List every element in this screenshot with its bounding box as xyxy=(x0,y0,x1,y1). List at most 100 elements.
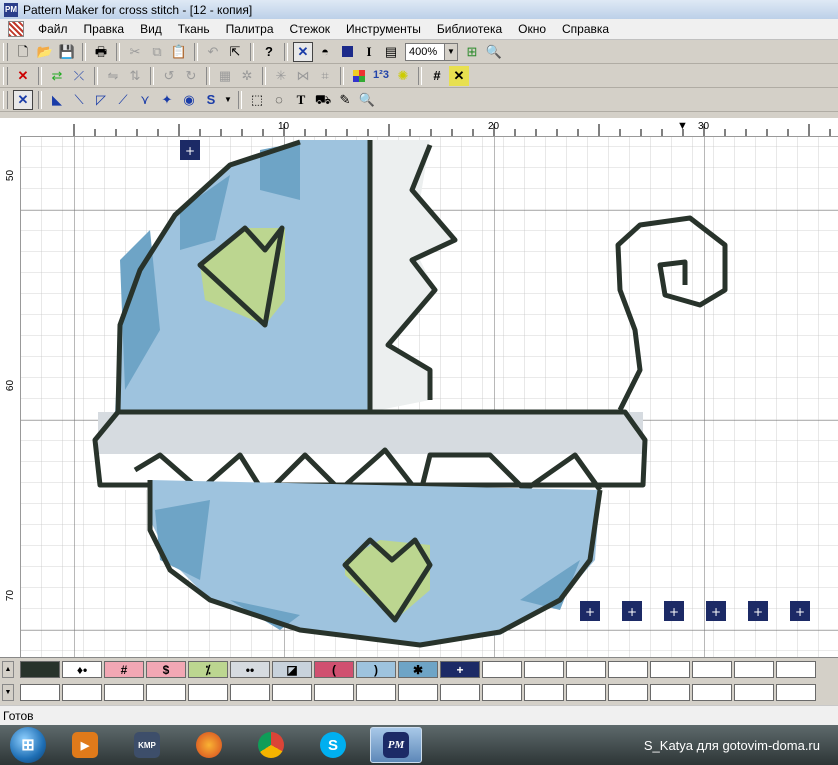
lasso-icon[interactable]: ◌ xyxy=(269,90,289,110)
menu-view[interactable]: Вид xyxy=(132,22,170,36)
menu-file[interactable]: Файл xyxy=(30,22,76,36)
eyedropper-icon[interactable]: ✎ xyxy=(335,90,355,110)
copy-icon[interactable]: ⧉ xyxy=(147,42,167,62)
palette-empty-slot[interactable] xyxy=(524,684,564,701)
fit-page-icon[interactable]: ⊞ xyxy=(462,42,482,62)
palette-empty-slot[interactable] xyxy=(272,684,312,701)
bead-icon[interactable]: ◉ xyxy=(179,90,199,110)
palette-empty-slot[interactable] xyxy=(20,684,60,701)
taskbar-kmplayer[interactable]: KMP xyxy=(122,728,172,762)
paste-icon[interactable]: 📋 xyxy=(169,42,189,62)
palette-swatch[interactable]: + xyxy=(440,661,480,678)
straight-stitch-icon[interactable]: ⋎ xyxy=(135,90,155,110)
menu-edit[interactable]: Правка xyxy=(76,22,133,36)
palette-empty-slot[interactable] xyxy=(524,661,564,678)
special-stitch-icon[interactable]: S xyxy=(201,90,221,110)
taskbar-media-player[interactable]: ▶ xyxy=(60,728,110,762)
palette-empty-slot[interactable] xyxy=(734,661,774,678)
save-icon[interactable]: 💾 xyxy=(57,42,77,62)
split-icon[interactable]: ⋈ xyxy=(293,66,313,86)
document-icon[interactable] xyxy=(8,21,24,37)
print-icon[interactable]: 🖶 xyxy=(91,42,111,62)
palette-swatch[interactable]: •• xyxy=(230,661,270,678)
grid-icon[interactable]: # xyxy=(427,66,447,86)
chevron-down-icon[interactable]: ▼ xyxy=(444,43,457,60)
palette-swatch[interactable]: ) xyxy=(356,661,396,678)
chevron-down-icon[interactable]: ▼ xyxy=(223,90,233,110)
color-block-view-icon[interactable] xyxy=(337,42,357,62)
symmetry-icon[interactable]: ✳ xyxy=(271,66,291,86)
toolbar-grip[interactable] xyxy=(3,66,8,85)
toolbar-grip[interactable] xyxy=(3,42,8,61)
menu-help[interactable]: Справка xyxy=(554,22,617,36)
fill-icon[interactable]: ⛟ xyxy=(313,90,333,110)
backstitch-icon[interactable]: ⟋ xyxy=(113,90,133,110)
french-knot-icon[interactable]: ✦ xyxy=(157,90,177,110)
palette-empty-slot[interactable] xyxy=(692,684,732,701)
rotate-left-icon[interactable]: ↺ xyxy=(159,66,179,86)
insert-icon[interactable]: ⇱ xyxy=(225,42,245,62)
taskbar-chrome[interactable] xyxy=(246,728,296,762)
palette-empty-slot[interactable] xyxy=(230,684,270,701)
new-file-icon[interactable]: 🗋 xyxy=(13,42,33,62)
palette-empty-slot[interactable] xyxy=(734,684,774,701)
palette-empty-slot[interactable] xyxy=(146,684,186,701)
palette-swatch[interactable]: # xyxy=(104,661,144,678)
numbering-icon[interactable]: 1²3 xyxy=(371,66,391,86)
palette-empty-slot[interactable] xyxy=(776,661,816,678)
three-quarter-stitch-icon[interactable]: ◸ xyxy=(91,90,111,110)
magnifier-icon[interactable]: 🔍 xyxy=(357,90,377,110)
palette-swatch[interactable]: ✱ xyxy=(398,661,438,678)
full-cross-icon[interactable]: ✕ xyxy=(13,89,33,110)
palette-scroll-down-icon[interactable]: ▼ xyxy=(2,684,14,701)
palette-empty-slot[interactable] xyxy=(398,684,438,701)
pattern-canvas[interactable]: + + + + + + + 10 20 30 ▼ 50 60 70 xyxy=(0,118,838,657)
open-folder-icon[interactable]: 📂 xyxy=(35,42,55,62)
list-view-icon[interactable]: ▤ xyxy=(381,42,401,62)
color-symbol-view-icon[interactable]: ◓ xyxy=(315,42,335,62)
palette-empty-slot[interactable] xyxy=(188,684,228,701)
palette-swatch[interactable]: ◪ xyxy=(272,661,312,678)
rotate-right-icon[interactable]: ↻ xyxy=(181,66,201,86)
palette-swatch[interactable]: ⁒ xyxy=(188,661,228,678)
palette-empty-slot[interactable] xyxy=(650,684,690,701)
help-icon[interactable]: ? xyxy=(259,42,279,62)
quarter-stitch-icon[interactable]: ⟍ xyxy=(69,90,89,110)
palette-swatch[interactable]: ( xyxy=(314,661,354,678)
zoom-select[interactable]: 400% ▼ xyxy=(405,42,458,61)
palette-empty-slot[interactable] xyxy=(692,661,732,678)
toolbar-grip[interactable] xyxy=(3,90,8,109)
menu-fabric[interactable]: Ткань xyxy=(170,22,218,36)
palette-empty-slot[interactable] xyxy=(650,661,690,678)
palette-swatch[interactable] xyxy=(20,661,60,678)
palette-empty-slot[interactable] xyxy=(608,661,648,678)
taskbar-firefox[interactable] xyxy=(184,728,234,762)
taskbar-pattern-maker[interactable]: PM xyxy=(370,727,422,763)
highlight-icon[interactable]: ✺ xyxy=(393,66,413,86)
mirror-horizontal-icon[interactable]: ⇋ xyxy=(103,66,123,86)
menu-library[interactable]: Библиотека xyxy=(429,22,510,36)
menu-window[interactable]: Окно xyxy=(510,22,554,36)
select-icon[interactable]: ⬚ xyxy=(247,90,267,110)
pattern-grid[interactable]: + + + + + + + xyxy=(0,118,838,657)
palette-empty-slot[interactable] xyxy=(566,684,606,701)
palette-empty-slot[interactable] xyxy=(482,661,522,678)
palette-empty-slot[interactable] xyxy=(104,684,144,701)
stitch-toggle-icon[interactable]: I xyxy=(359,42,379,62)
palette-empty-slot[interactable] xyxy=(314,684,354,701)
palette-empty-slot[interactable] xyxy=(608,684,648,701)
menu-stitch[interactable]: Стежок xyxy=(282,22,339,36)
half-stitch-icon[interactable]: ◣ xyxy=(47,90,67,110)
cross-grid-icon[interactable]: ✕ xyxy=(449,65,469,86)
merge-icon[interactable]: ⌗ xyxy=(315,66,335,86)
undo-icon[interactable]: ↶ xyxy=(203,42,223,62)
start-button[interactable]: ⊞ xyxy=(10,727,46,763)
palette-empty-slot[interactable] xyxy=(356,684,396,701)
palette-swatch[interactable]: ♦• xyxy=(62,661,102,678)
fill-area-icon[interactable]: ▦ xyxy=(215,66,235,86)
text-icon[interactable]: T xyxy=(291,90,311,110)
menu-palette[interactable]: Палитра xyxy=(218,22,282,36)
palette-empty-slot[interactable] xyxy=(566,661,606,678)
palette-scroll-up-icon[interactable]: ▲ xyxy=(2,661,14,678)
replace-color-icon[interactable]: ⇄ xyxy=(47,66,67,86)
